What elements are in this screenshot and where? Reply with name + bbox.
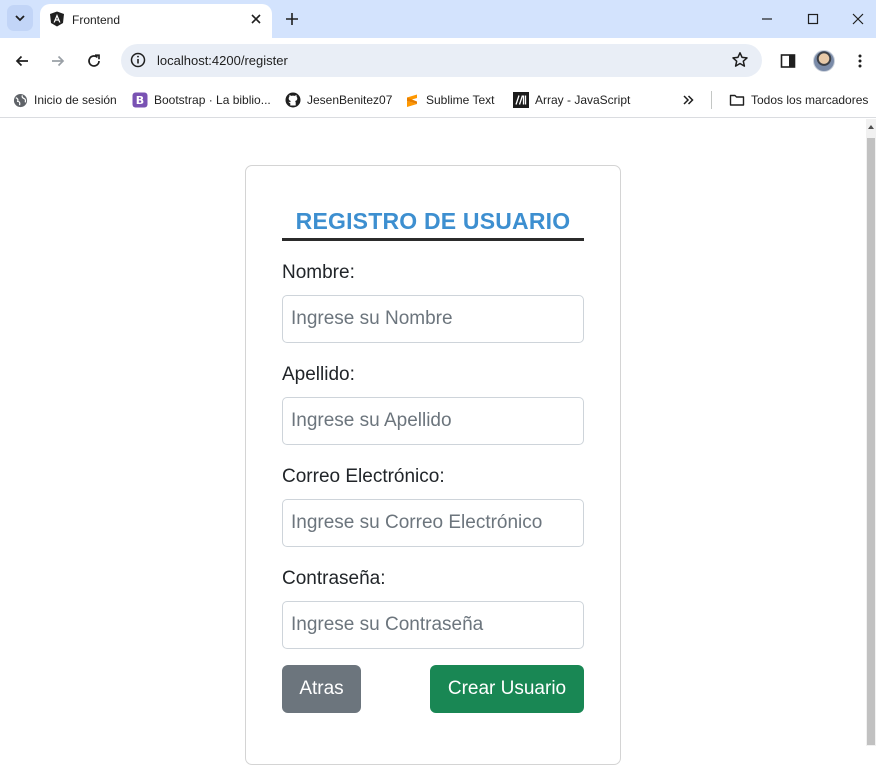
bookmark-label: Bootstrap · La biblio... [154, 93, 271, 107]
bookmark-label: Array - JavaScript [535, 93, 631, 107]
browser-toolbar: localhost:4200/register [0, 38, 876, 84]
close-icon [852, 13, 864, 25]
bookmark-array-javascript[interactable]: Array - JavaScript [513, 90, 630, 110]
side-panel-icon [780, 54, 796, 68]
maximize-button[interactable] [802, 8, 824, 30]
globe-icon [13, 93, 27, 107]
close-window-button[interactable] [847, 8, 869, 30]
nombre-input[interactable] [282, 295, 584, 343]
tab-title: Frontend [72, 13, 121, 27]
double-chevron-right-icon [683, 95, 694, 105]
bookmark-star-icon[interactable] [731, 51, 749, 69]
create-user-button[interactable]: Crear Usuario [430, 665, 584, 713]
minimize-button[interactable] [756, 8, 778, 30]
folder-icon [729, 94, 745, 106]
contrasena-label: Contraseña: [282, 568, 386, 589]
page-viewport: REGISTRO DE USUARIO Nombre: Apellido: Co… [0, 119, 866, 765]
bookmark-label: Inicio de sesión [34, 93, 117, 107]
address-bar[interactable]: localhost:4200/register [121, 44, 762, 77]
browser-menu-button[interactable] [849, 50, 871, 72]
correo-label: Correo Electrónico: [282, 466, 445, 487]
bookmark-bootstrap[interactable]: B Bootstrap · La biblio... [132, 90, 271, 110]
register-form: REGISTRO DE USUARIO Nombre: Apellido: Co… [245, 165, 621, 765]
bootstrap-icon: B [132, 92, 148, 108]
tab-strip: Frontend [0, 0, 876, 38]
apellido-label: Apellido: [282, 364, 355, 385]
bookmark-github[interactable]: JesenBenitez07 [285, 90, 392, 110]
arrow-left-icon [15, 55, 28, 67]
tab-search-button[interactable] [7, 5, 33, 31]
chevron-down-icon [15, 15, 25, 22]
correo-input[interactable] [282, 499, 584, 547]
url-text[interactable]: localhost:4200/register [157, 53, 288, 68]
sublime-icon [407, 94, 417, 107]
minimize-icon [762, 18, 772, 20]
scroll-up-arrow-icon[interactable] [868, 125, 874, 129]
page-scrollbar[interactable] [866, 119, 876, 746]
title-underline [282, 238, 584, 241]
contrasena-input[interactable] [282, 601, 584, 649]
forward-nav-button[interactable] [46, 49, 70, 73]
nombre-label: Nombre: [282, 262, 355, 283]
all-bookmarks-label: Todos los marcadores [751, 93, 869, 107]
bookmarks-bar: Inicio de sesión B Bootstrap · La biblio… [0, 84, 876, 118]
close-tab-icon[interactable] [248, 11, 264, 27]
bookmarks-divider [711, 91, 712, 109]
github-icon [285, 92, 301, 108]
scrollbar-thumb[interactable] [867, 138, 875, 745]
more-vertical-icon [858, 54, 862, 68]
reload-icon [88, 54, 100, 67]
reload-button[interactable] [82, 49, 106, 73]
browser-tab[interactable]: Frontend [40, 4, 272, 38]
bookmark-label: Sublime Text [426, 93, 495, 107]
angular-icon [50, 11, 64, 27]
new-tab-icon[interactable] [282, 9, 302, 29]
bookmark-label: JesenBenitez07 [307, 93, 393, 107]
bookmarks-overflow-button[interactable] [680, 90, 702, 110]
profile-avatar[interactable] [813, 50, 835, 72]
all-bookmarks-button[interactable]: Todos los marcadores [729, 90, 868, 110]
back-button[interactable]: Atras [282, 665, 361, 713]
mdn-icon [513, 92, 529, 108]
bookmark-sublime-text[interactable]: Sublime Text [404, 90, 494, 110]
site-info-icon[interactable] [129, 51, 147, 69]
arrow-right-icon [52, 55, 65, 67]
maximize-icon [807, 13, 819, 25]
form-title: REGISTRO DE USUARIO [295, 208, 571, 234]
side-panel-button[interactable] [777, 50, 799, 72]
back-nav-button[interactable] [10, 49, 34, 73]
svg-text:B: B [136, 94, 144, 107]
apellido-input[interactable] [282, 397, 584, 445]
bookmark-inicio-de-sesion[interactable]: Inicio de sesión [12, 90, 117, 110]
